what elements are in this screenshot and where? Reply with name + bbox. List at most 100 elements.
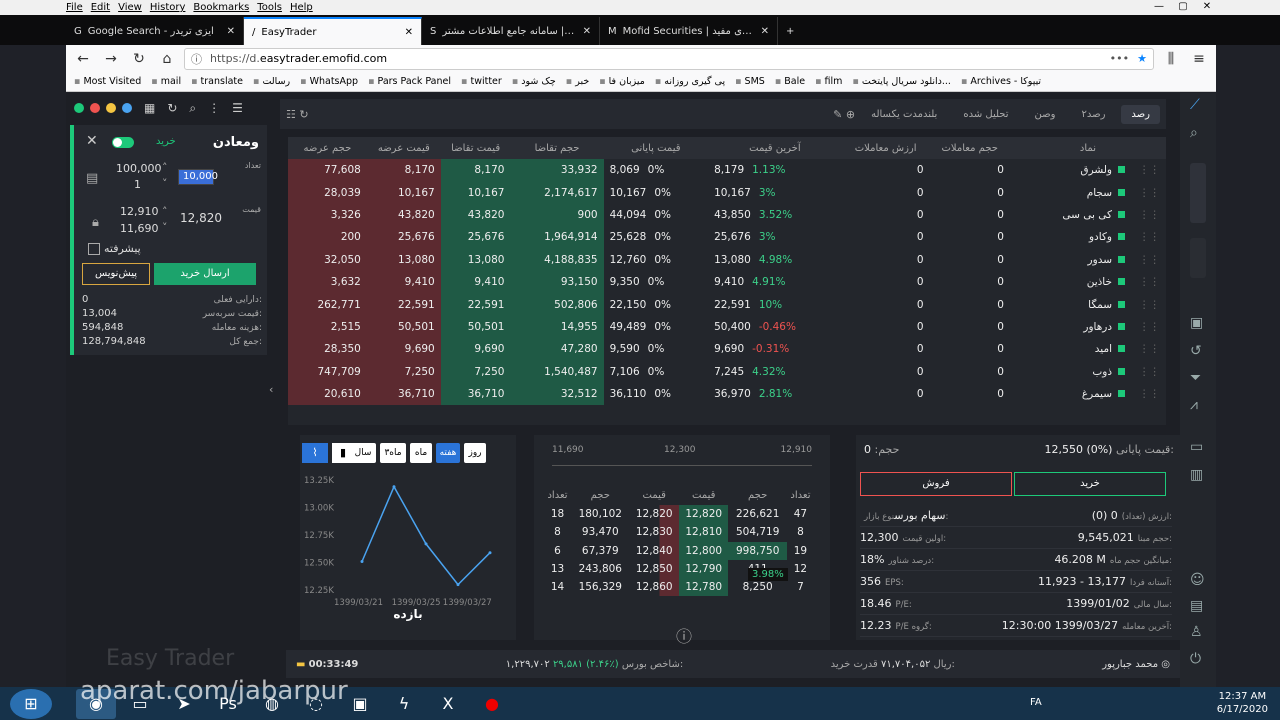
depth-row[interactable]: 6 67,379 12,840 12,800 998,750 19: [544, 541, 814, 560]
drag-handle-icon[interactable]: ⋮⋮: [1139, 276, 1160, 288]
table-row[interactable]: 32,050 13,080 13,080 4,188,835 12,760 0% 13,08…: [288, 248, 1166, 271]
browser-tab[interactable]: G Google Search - ایزی تریدر ✕: [66, 17, 244, 45]
range-button[interactable]: ۳ماه: [380, 443, 406, 463]
line-chart-icon[interactable]: ⌇: [302, 443, 328, 463]
bookmark-item[interactable]: چک شود: [512, 76, 556, 87]
submit-buy-button[interactable]: ارسال خرید: [154, 263, 256, 285]
drag-handle-icon[interactable]: ⋮⋮: [1139, 231, 1160, 243]
bookmark-item[interactable]: میزبان فا: [599, 76, 645, 87]
calculator-icon[interactable]: ▤: [86, 171, 98, 186]
table-row[interactable]: 77,608 8,170 8,170 33,932 8,069 0% 8,179 1.13% 0…: [288, 159, 1166, 182]
price-min[interactable]: 11,690: [120, 222, 159, 235]
menu-item-file[interactable]: File: [66, 2, 83, 13]
column-header[interactable]: قیمت عرضه: [366, 137, 441, 159]
drag-handle-icon[interactable]: ⋮⋮: [1139, 321, 1160, 333]
search-icon[interactable]: ⌕: [189, 101, 196, 116]
tab-close-icon[interactable]: ✕: [405, 27, 413, 38]
table-row[interactable]: 3,326 43,820 43,820 900 44,094 0% 43,850 3.52% 0…: [288, 203, 1166, 227]
browser-tab[interactable]: / EasyTrader ✕: [244, 17, 422, 45]
price-max[interactable]: 12,910: [120, 205, 159, 218]
range-button[interactable]: هفته: [436, 443, 460, 463]
menu-item-help[interactable]: Help: [290, 2, 313, 13]
bookmark-item[interactable]: twitter: [461, 76, 501, 87]
collapse-icon[interactable]: ☰: [232, 101, 243, 115]
table-row[interactable]: 747,709 7,250 7,250 1,540,487 7,106 0% 7,245 4.…: [288, 360, 1166, 383]
red-dot-icon[interactable]: [90, 103, 100, 113]
drag-handle-icon[interactable]: ⋮⋮: [1139, 164, 1160, 176]
bookmark-item[interactable]: translate: [191, 76, 243, 87]
refresh-icon[interactable]: ↻: [167, 101, 177, 115]
edit-icon[interactable]: ✎ ⊕: [833, 108, 855, 121]
kebab-icon[interactable]: ⋮: [208, 101, 220, 115]
column-header[interactable]: ارزش معاملات: [841, 137, 930, 159]
menu-item-view[interactable]: View: [118, 2, 142, 13]
drag-handle-icon[interactable]: ⋮⋮: [1139, 254, 1160, 266]
drag-handle-icon[interactable]: ⋮⋮: [1139, 209, 1160, 221]
table-row[interactable]: 2,515 50,501 50,501 14,955 49,489 0% 50,400 -0.…: [288, 315, 1166, 339]
watchlist-vertical-tab[interactable]: [1190, 163, 1206, 223]
price-input[interactable]: 12,820: [180, 211, 222, 225]
url-bar[interactable]: ⓘ https://d.easytrader.emofid.com ••• ★: [184, 47, 1154, 70]
drag-handle-icon[interactable]: ⋮⋮: [1139, 343, 1160, 355]
forward-icon[interactable]: →: [100, 48, 122, 70]
range-button[interactable]: سال: [350, 443, 376, 463]
star-icon[interactable]: ★: [1137, 52, 1147, 65]
depth-row[interactable]: 18 180,102 12,820 12,820 226,621 47: [544, 505, 814, 524]
excel-icon[interactable]: X: [428, 689, 468, 719]
green-dot-icon[interactable]: [74, 103, 84, 113]
browser-tab[interactable]: S سجام | سامانه جامع اطلاعات مشتر ✕: [422, 17, 600, 45]
bookmark-item[interactable]: پی گیری روزانه: [655, 76, 725, 87]
user-icon[interactable]: ♙: [1190, 624, 1203, 640]
minimize-button[interactable]: —: [1148, 0, 1170, 14]
tab-close-icon[interactable]: ✕: [227, 26, 235, 37]
drag-handle-icon[interactable]: ⋮⋮: [1139, 388, 1160, 400]
bookmark-item[interactable]: Archives - تیپوکا: [961, 76, 1041, 87]
info-icon[interactable]: ⓘ: [676, 623, 692, 647]
qty-down-icon[interactable]: ˅: [162, 177, 168, 190]
range-button[interactable]: روز: [464, 443, 486, 463]
watch-tab[interactable]: وصن: [1025, 105, 1066, 124]
watch-tab[interactable]: بلندمدت یکساله: [861, 105, 947, 124]
history-icon[interactable]: ↺: [1190, 343, 1202, 359]
drag-handle-icon[interactable]: ⋮⋮: [1139, 366, 1160, 378]
column-header[interactable]: حجم عرضه: [288, 137, 367, 159]
tab-close-icon[interactable]: ✕: [583, 26, 591, 37]
watch-tab[interactable]: تحلیل شده: [953, 105, 1018, 124]
table-row[interactable]: 3,632 9,410 9,410 93,150 9,350 0% 9,410 4.91% 0 0…: [288, 270, 1166, 294]
table-row[interactable]: 262,771 22,591 22,591 502,806 22,150 0% 22,591…: [288, 293, 1166, 316]
layout-icon[interactable]: ▤: [1190, 598, 1203, 614]
info-icon[interactable]: ⓘ: [191, 51, 202, 67]
collapse-arrow-icon[interactable]: ‹: [269, 383, 273, 396]
reload-icon[interactable]: ↻: [128, 48, 150, 70]
table-row[interactable]: 28,350 9,690 9,690 47,280 9,590 0% 9,690 -0.31%…: [288, 338, 1166, 361]
record-icon[interactable]: ●: [472, 689, 512, 719]
price-up-icon[interactable]: ˄: [162, 205, 168, 218]
column-header[interactable]: قیمت تقاضا: [440, 137, 511, 159]
column-header[interactable]: حجم معاملات: [929, 137, 1010, 159]
sell-button[interactable]: فروش: [860, 472, 1012, 496]
home-icon[interactable]: ⌂: [156, 48, 178, 70]
calculator-icon[interactable]: ▦: [144, 101, 155, 115]
smile-icon[interactable]: ☺: [1190, 572, 1205, 588]
bookmark-item[interactable]: Bale: [775, 76, 805, 87]
depth-row[interactable]: 8 93,470 12,830 12,810 504,719 8: [544, 523, 814, 542]
bookmark-item[interactable]: film: [815, 76, 843, 87]
column-header[interactable]: نماد: [1009, 137, 1166, 159]
bookmark-item[interactable]: Most Visited: [74, 76, 141, 87]
maximize-button[interactable]: ▢: [1172, 0, 1194, 14]
yellow-dot-icon[interactable]: [106, 103, 116, 113]
flash-icon[interactable]: ϟ: [384, 689, 424, 719]
library-icon[interactable]: ⫼: [1160, 48, 1182, 70]
new-tab-button[interactable]: +: [778, 17, 808, 45]
watch-tab[interactable]: رصد: [1121, 104, 1160, 124]
range-button[interactable]: ماه: [410, 443, 432, 463]
start-icon[interactable]: ⊞: [10, 688, 52, 719]
price-down-icon[interactable]: ˅: [162, 221, 168, 234]
table-row[interactable]: 20,610 36,710 36,710 32,512 36,110 0% 36,970 2.…: [288, 382, 1166, 406]
bookmark-item[interactable]: SMS: [735, 76, 765, 87]
buy-button[interactable]: خرید: [1014, 472, 1166, 496]
bookmark-item[interactable]: دانلود سریال پایتخت...: [852, 76, 951, 87]
filter-icon[interactable]: ⏷: [1190, 370, 1201, 386]
qty-up-icon[interactable]: ˄: [162, 161, 168, 174]
bookmark-item[interactable]: رسالت: [253, 76, 290, 87]
